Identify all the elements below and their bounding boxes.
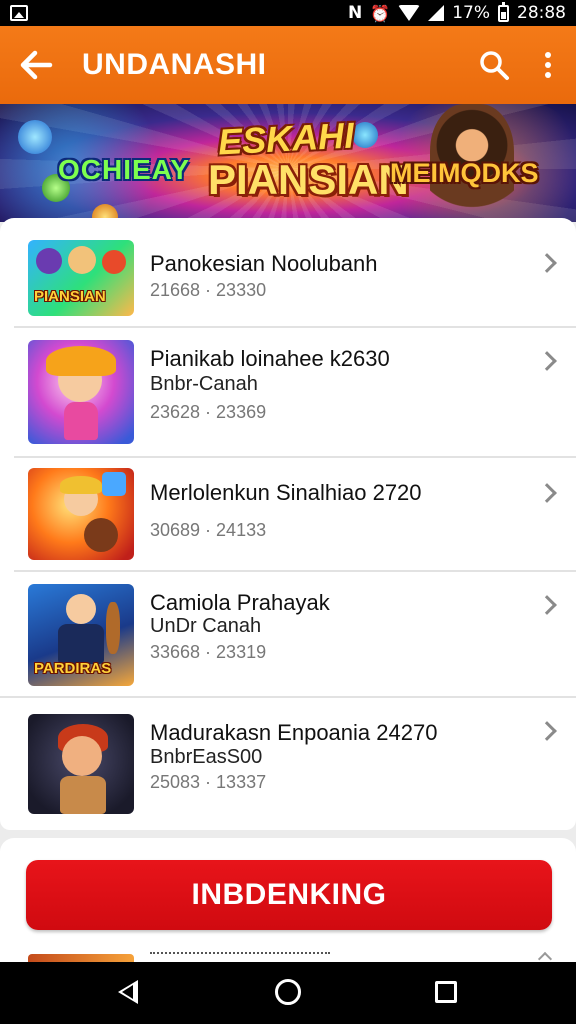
banner-gem-icon	[18, 120, 52, 154]
item-title: Panokesian Noolubanh	[150, 251, 378, 276]
character-face	[102, 250, 126, 274]
game-list: PIANSIAN Panokesian Noolubanh 21668 · 23…	[0, 218, 576, 830]
list-item[interactable]: Madurakasn Enpoania 24270 BnbrEasS00 250…	[0, 698, 576, 830]
status-icons: N ⏰ 17% 28:88	[348, 1, 566, 23]
violin-icon	[106, 602, 120, 654]
chevron-right-icon	[537, 595, 557, 615]
game-thumbnail: PARDIRAS	[28, 584, 134, 686]
wifi-icon	[398, 5, 421, 21]
battery-icon	[498, 1, 509, 22]
back-triangle-icon[interactable]	[118, 980, 138, 1004]
item-title: Pianikab loinahee k2630	[150, 346, 390, 371]
item-meta: 25083 · 13337	[150, 772, 267, 792]
character-body	[60, 776, 106, 814]
alarm-icon: ⏰	[370, 3, 391, 23]
status-bar: N ⏰ 17% 28:88	[0, 0, 576, 26]
chevron-right-icon	[537, 253, 557, 273]
list-item[interactable]: PIANSIAN Panokesian Noolubanh 21668 · 23…	[0, 218, 576, 328]
nfc-icon: N	[348, 3, 363, 23]
guitar-icon	[84, 518, 118, 552]
item-title-peek	[150, 952, 330, 956]
list-item[interactable]: PARDIRAS Camiola Prahayak UnDr Canah 336…	[0, 572, 576, 698]
banner-right-text: MEIMQDKS	[390, 158, 539, 188]
app-title: UNDANASHI	[82, 48, 267, 81]
battery-percent: 17%	[452, 3, 490, 23]
chevron-right-icon	[537, 951, 553, 962]
promo-banner[interactable]: OCHIEAY ESKAHI PIANSIAN MEIMQDKS	[0, 104, 576, 222]
item-meta: 30689 · 24133	[150, 520, 267, 540]
primary-action-button[interactable]: INBDENKING	[26, 860, 552, 930]
banner-left-text: OCHIEAY	[58, 154, 191, 185]
game-thumbnail: PIANSIAN	[28, 240, 134, 316]
list-item[interactable]: Merlolenkun Sinalhiao 2720 30689 · 24133	[0, 458, 576, 572]
chevron-right-icon	[537, 351, 557, 371]
gem-icon	[102, 472, 126, 496]
recents-square-icon[interactable]	[435, 981, 457, 1003]
app-bar: UNDANASHI	[0, 26, 576, 104]
gallery-icon	[10, 5, 28, 21]
chevron-right-icon	[537, 721, 557, 741]
signal-icon	[428, 5, 445, 21]
character-face	[66, 594, 96, 624]
arrow-left-icon	[20, 50, 53, 80]
character-face	[36, 248, 62, 274]
item-title: Madurakasn Enpoania 24270	[150, 720, 438, 745]
item-meta: 23628 · 23369	[150, 402, 267, 422]
list-item[interactable]: Pianikab loinahee k2630 Bnbr-Canah 23628…	[0, 328, 576, 458]
character-hair	[60, 476, 102, 494]
game-thumbnail	[28, 714, 134, 814]
home-circle-icon[interactable]	[275, 979, 301, 1005]
status-time: 28:88	[517, 3, 566, 23]
character-face	[62, 736, 102, 776]
more-vertical-icon	[545, 52, 551, 78]
game-thumbnail	[28, 954, 134, 962]
list-item-peek[interactable]	[26, 950, 556, 962]
app-screen: N ⏰ 17% 28:88 UNDANASHI OCHIEAY ESKAHI P…	[0, 0, 576, 1024]
system-nav-bar	[0, 962, 576, 1024]
cta-section: INBDENKING	[0, 838, 576, 962]
chevron-right-icon	[537, 483, 557, 503]
item-subtitle: BnbrEasS00	[150, 746, 263, 768]
more-options-button[interactable]	[520, 26, 576, 104]
game-thumbnail	[28, 340, 134, 444]
back-button[interactable]	[0, 26, 72, 104]
game-thumbnail	[28, 468, 134, 560]
character-body	[64, 402, 98, 440]
item-meta: 33668 · 23319	[150, 642, 267, 662]
thumbnail-logo: PIANSIAN	[34, 288, 106, 305]
item-title: Camiola Prahayak	[150, 590, 330, 615]
item-subtitle: UnDr Canah	[150, 615, 262, 637]
character-body	[58, 624, 104, 664]
character-face	[68, 246, 96, 274]
search-button[interactable]	[468, 26, 520, 104]
banner-orb-icon	[352, 122, 378, 148]
item-title: Merlolenkun Sinalhiao 2720	[150, 480, 422, 505]
search-icon	[480, 51, 509, 80]
character-hair	[46, 346, 116, 376]
thumbnail-logo: PARDIRAS	[34, 660, 112, 677]
banner-title-line2: PIANSIAN	[208, 156, 409, 203]
item-meta: 21668 · 23330	[150, 280, 267, 300]
item-subtitle: Bnbr-Canah	[150, 373, 258, 395]
